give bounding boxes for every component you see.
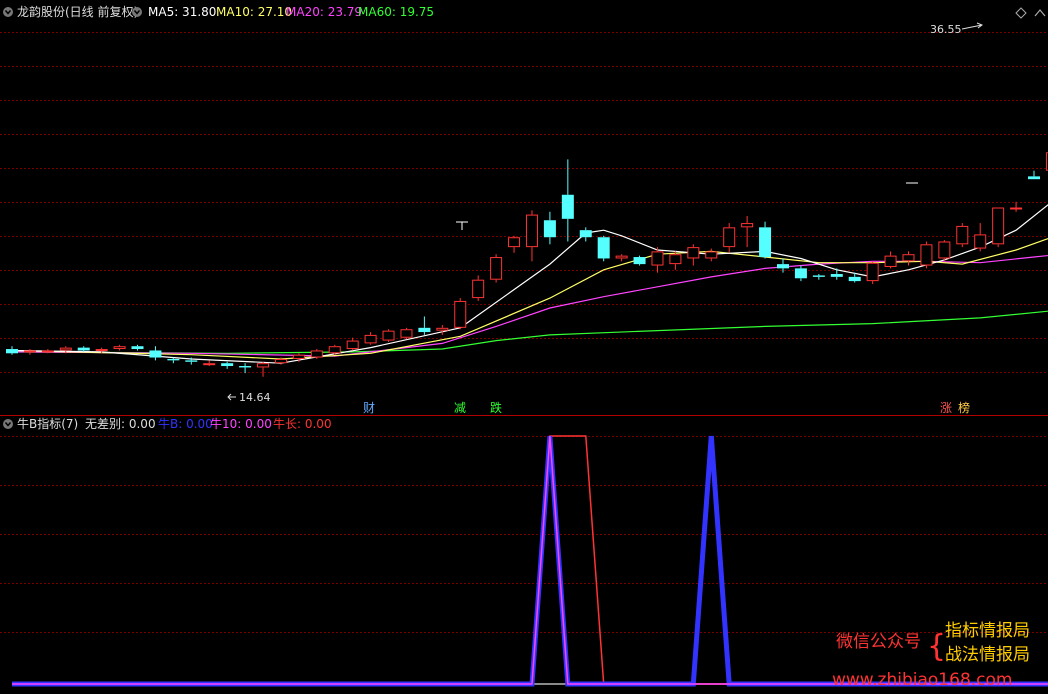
candle: [597, 235, 610, 262]
indicator-menu-icon[interactable]: [3, 419, 13, 429]
candle: [866, 261, 879, 284]
candle-body-up: [974, 234, 987, 249]
candle: [328, 344, 341, 355]
ma60-label: MA60: 19.75: [358, 5, 434, 19]
main-header: 龙韵股份(日线 前复权) MA5: 31.80 MA10: 27.10 MA20…: [3, 4, 434, 19]
panel-menu-icon[interactable]: [3, 7, 13, 17]
candle-body-down: [759, 227, 772, 258]
chart-title: 龙韵股份(日线 前复权): [17, 4, 138, 19]
candle: [382, 329, 395, 342]
candle-body-up: [328, 346, 341, 354]
wuchabie-label: 无差别: 0.00: [85, 417, 156, 431]
candle-body-up: [615, 255, 628, 259]
watermark-line1: 指标情报局: [945, 621, 1030, 641]
candle-body-up: [956, 225, 969, 245]
candle: [992, 207, 1005, 248]
candle-body-up: [382, 330, 395, 341]
candle-body-down: [167, 358, 180, 361]
main-header-menu[interactable]: [132, 7, 142, 17]
event-marker: 跌: [490, 400, 502, 415]
candle-body-up: [490, 257, 503, 280]
candle-body-up: [669, 254, 682, 265]
indicator-title: 牛B指标(7): [17, 416, 78, 431]
candle-body-down: [418, 327, 431, 333]
candle-body-up: [884, 255, 897, 267]
event-marker: 财: [363, 401, 375, 415]
candle-body-up: [113, 346, 126, 350]
candle-body-up: [454, 300, 467, 328]
candle-body-up: [651, 251, 664, 266]
event-marker: 榜: [958, 400, 970, 415]
candle-body-down: [149, 350, 162, 358]
candle-body-up: [436, 327, 449, 331]
candle-body-up: [203, 363, 216, 366]
candle: [454, 298, 467, 330]
candle-body-down: [848, 276, 861, 282]
candle-body-up: [687, 247, 700, 259]
candle-body-up: [59, 347, 72, 351]
candle-body-up: [525, 214, 538, 248]
candle-body-up: [992, 207, 1005, 245]
candle-body-down: [579, 230, 592, 238]
indicator-header: 牛B指标(7) 无差别: 0.00 牛B: 0.00 牛10: 0.00 牛长:…: [3, 416, 332, 431]
candle-body-up: [920, 244, 933, 266]
candle-body-down: [794, 268, 807, 279]
niuchang-label: 牛长: 0.00: [273, 416, 332, 431]
candle-body-up: [257, 363, 270, 368]
candle-body-down: [77, 347, 90, 351]
candle-body-up: [41, 350, 54, 353]
watermark-brace: {: [927, 629, 946, 664]
candle-body-up: [23, 350, 36, 353]
candle: [633, 255, 646, 266]
candle-body-down: [561, 194, 574, 219]
candle: [310, 349, 323, 359]
candle-body-up: [472, 279, 485, 299]
event-marker: 涨: [940, 400, 952, 415]
candle-body-down: [6, 349, 18, 354]
candle-body-up: [310, 350, 323, 358]
candle: [920, 241, 933, 269]
candle-body-down: [776, 264, 789, 269]
candle: [956, 223, 969, 248]
candle: [490, 254, 503, 283]
event-marker: 减: [454, 401, 466, 415]
candle-body-down: [131, 346, 144, 350]
candle-body-down: [1028, 176, 1041, 180]
candle-body-up: [274, 358, 287, 364]
candle-body-up: [705, 251, 718, 259]
candle-body-up: [346, 340, 359, 350]
candle-body-down: [185, 360, 198, 362]
candle: [938, 240, 951, 262]
candle-body-up: [364, 334, 377, 344]
candle-body-down: [543, 220, 556, 238]
candle-body-down: [830, 274, 843, 277]
candle-body-up: [508, 237, 521, 248]
low-price-mark: 14.64: [239, 391, 271, 404]
ma5-label: MA5: 31.80: [148, 5, 216, 19]
ma10-label: MA10: 27.10: [216, 5, 292, 19]
candle-body-up: [938, 241, 951, 259]
candle-body-down: [221, 363, 234, 367]
ma20-label: MA20: 23.79: [286, 5, 362, 19]
watermark-url: www.zhibiao168.com: [832, 670, 1012, 690]
candle-body-down: [239, 366, 252, 368]
candle-body-down: [597, 237, 610, 259]
candle-body-up: [292, 354, 305, 359]
candle-body-up: [95, 349, 108, 352]
candle-body-up: [902, 254, 915, 262]
candle: [400, 327, 413, 340]
candle-body-down: [633, 257, 646, 265]
stock-chart: 龙韵股份(日线 前复权) MA5: 31.80 MA10: 27.10 MA20…: [0, 0, 1048, 694]
niub-label: 牛B: 0.00: [158, 416, 213, 431]
candle-body-up: [866, 262, 879, 282]
candle-body-down: [812, 275, 825, 277]
high-price-mark: 36.55: [930, 23, 962, 36]
watermark-left-text: 微信公众号: [836, 632, 921, 652]
candle-body-up: [741, 223, 754, 228]
candle-body-up: [723, 227, 736, 248]
niu10-label: 牛10: 0.00: [210, 416, 272, 431]
candle-body-up: [1010, 207, 1023, 210]
watermark-line2: 战法情报局: [945, 645, 1030, 665]
candle-body-up: [400, 329, 413, 338]
